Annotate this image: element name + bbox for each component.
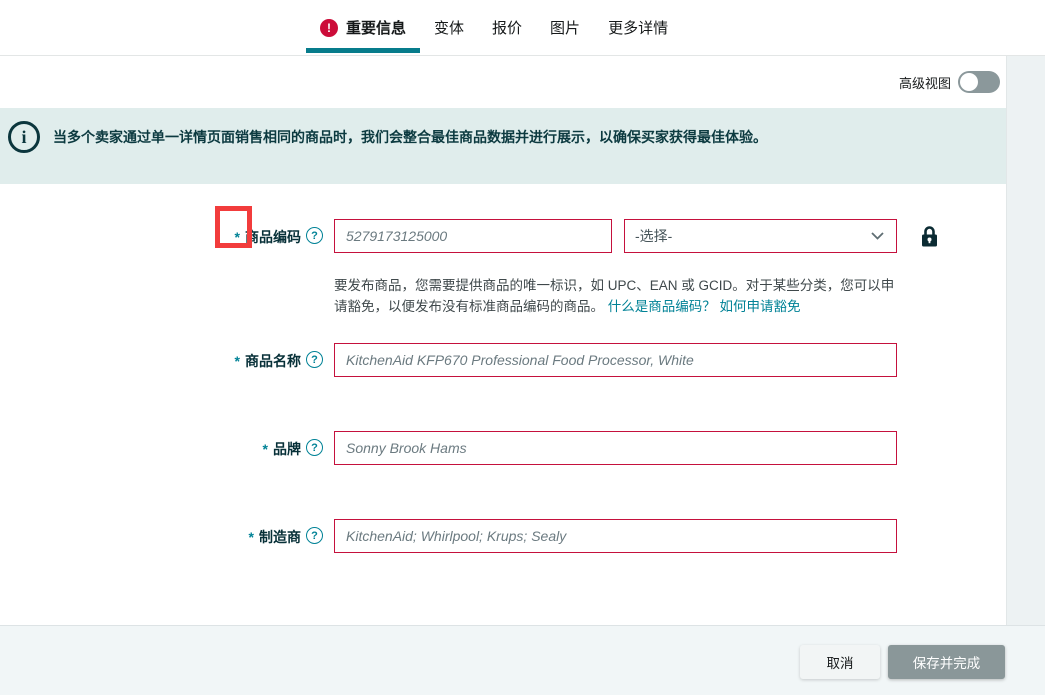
product-form: * 商品编码 ? -选择- (0, 184, 1006, 625)
form-row-manufacturer: * 制造商 ? (0, 519, 1006, 553)
what-is-product-id-link[interactable]: 什么是商品编码？ (608, 299, 716, 314)
form-row-brand: * 品牌 ? (0, 431, 1006, 465)
info-banner: i 当多个卖家通过单一详情页面销售相同的商品时，我们会整合最佳商品数据并进行展示… (0, 108, 1006, 184)
tab-label: 更多详情 (608, 17, 668, 38)
product-id-label: 商品编码 (245, 227, 301, 247)
page: ! 重要信息 变体 报价 图片 更多详情 高级视图 i (0, 0, 1045, 695)
advanced-view-toggle[interactable] (958, 71, 1000, 93)
main-panel: 高级视图 i 当多个卖家通过单一详情页面销售相同的商品时，我们会整合最佳商品数据… (0, 56, 1007, 625)
tab-label: 重要信息 (346, 17, 406, 38)
form-row-product-id: * 商品编码 ? -选择- (0, 219, 1006, 317)
product-id-label-group: * 商品编码 ? (0, 219, 323, 247)
footer-bar: 取消 保存并完成 (0, 625, 1045, 695)
tab-bar: ! 重要信息 变体 报价 图片 更多详情 (0, 0, 1045, 56)
tab-variations[interactable]: 变体 (420, 0, 478, 55)
required-asterisk: * (235, 227, 240, 245)
cancel-button[interactable]: 取消 (800, 645, 880, 679)
content-area: 高级视图 i 当多个卖家通过单一详情页面销售相同的商品时，我们会整合最佳商品数据… (0, 56, 1045, 625)
tab-label: 图片 (550, 17, 580, 38)
brand-label-group: * 品牌 ? (0, 431, 323, 459)
exemption-link[interactable]: 如何申请豁免 (720, 299, 801, 314)
save-and-finish-button[interactable]: 保存并完成 (888, 645, 1005, 679)
required-asterisk: * (235, 351, 240, 369)
brand-label: 品牌 (273, 439, 301, 459)
required-asterisk: * (263, 439, 268, 457)
brand-input[interactable] (334, 431, 897, 465)
manufacturer-input[interactable] (334, 519, 897, 553)
tab-more-details[interactable]: 更多详情 (594, 0, 682, 55)
select-value: -选择- (635, 226, 672, 246)
tab-label: 变体 (434, 17, 464, 38)
right-gutter (1007, 56, 1045, 625)
toggle-knob (960, 73, 978, 91)
help-icon[interactable]: ? (306, 439, 323, 456)
manufacturer-label: 制造商 (259, 527, 301, 547)
help-icon[interactable]: ? (306, 527, 323, 544)
info-icon: i (8, 121, 40, 153)
help-icon[interactable]: ? (306, 227, 323, 244)
info-banner-text: 当多个卖家通过单一详情页面销售相同的商品时，我们会整合最佳商品数据并进行展示，以… (53, 121, 767, 148)
product-id-help-text: 要发布商品，您需要提供商品的唯一标识，如 UPC、EAN 或 GCID。对于某些… (334, 276, 906, 317)
form-row-product-name: * 商品名称 ? (0, 343, 1006, 377)
tab-offer[interactable]: 报价 (478, 0, 536, 55)
product-name-input[interactable] (334, 343, 897, 377)
error-badge-icon: ! (320, 19, 338, 37)
advanced-view-row: 高级视图 (0, 56, 1006, 108)
tab-important-info[interactable]: ! 重要信息 (306, 0, 420, 55)
product-name-label-group: * 商品名称 ? (0, 343, 323, 371)
advanced-view-label: 高级视图 (899, 73, 951, 92)
lock-icon (921, 225, 938, 248)
chevron-down-icon (871, 232, 884, 240)
product-id-input[interactable] (334, 219, 612, 253)
required-asterisk: * (249, 527, 254, 545)
product-name-label: 商品名称 (245, 351, 301, 371)
manufacturer-label-group: * 制造商 ? (0, 519, 323, 547)
help-icon[interactable]: ? (306, 351, 323, 368)
tab-images[interactable]: 图片 (536, 0, 594, 55)
tab-label: 报价 (492, 17, 522, 38)
product-id-type-select[interactable]: -选择- (624, 219, 897, 253)
